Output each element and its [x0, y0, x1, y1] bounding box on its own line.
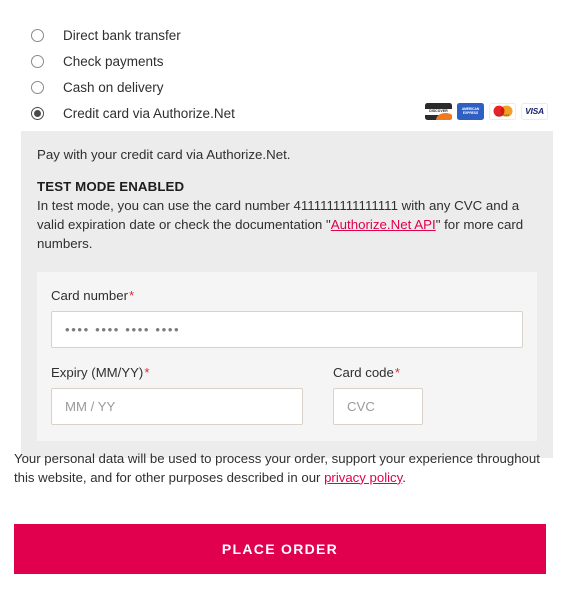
test-mode-description: In test mode, you can use the card numbe…: [37, 197, 537, 254]
payment-method-label: Credit card via Authorize.Net: [63, 105, 235, 121]
privacy-policy-notice: Your personal data will be used to proce…: [14, 450, 544, 487]
payment-method-direct-bank-transfer[interactable]: Direct bank transfer: [0, 22, 574, 48]
required-marker: *: [394, 364, 400, 380]
radio-icon[interactable]: [31, 54, 44, 68]
amex-card-icon: AMERICAN EXPRESS: [457, 103, 484, 120]
cvc-label: Card code*: [333, 365, 423, 380]
authorize-net-payment-panel: Pay with your credit card via Authorize.…: [21, 131, 553, 458]
radio-icon[interactable]: [31, 80, 44, 94]
payment-method-label: Direct bank transfer: [63, 27, 181, 43]
checkout-payment-section: Direct bank transfer Check payments Cash…: [0, 0, 574, 609]
payment-method-label: Cash on delivery: [63, 79, 164, 95]
visa-wordmark: VISA: [525, 106, 544, 117]
expiry-input[interactable]: [51, 387, 303, 425]
cvc-label-text: Card code: [333, 364, 394, 380]
cvc-field-group: Card code*: [333, 365, 423, 425]
place-order-button[interactable]: PLACE ORDER: [14, 524, 546, 574]
amex-wordmark-line-2: EXPRESS: [462, 110, 479, 116]
expiry-field-group: Expiry (MM/YY)*: [51, 365, 303, 425]
card-number-label-text: Card number: [51, 287, 128, 303]
payment-intro-text: Pay with your credit card via Authorize.…: [37, 147, 291, 162]
discover-card-icon: DISCOVER: [425, 103, 452, 120]
expiry-label: Expiry (MM/YY)*: [51, 365, 303, 380]
expiry-cvc-row: Expiry (MM/YY)* Card code*: [51, 365, 523, 425]
radio-icon[interactable]: [31, 28, 44, 42]
authorize-net-api-link[interactable]: Authorize.Net API: [331, 217, 436, 232]
credit-card-form: Card number* Expiry (MM/YY)* Card code*: [37, 271, 537, 441]
cvc-input[interactable]: [333, 387, 423, 425]
card-number-input[interactable]: [51, 310, 523, 348]
payment-method-cash-on-delivery[interactable]: Cash on delivery: [0, 74, 574, 100]
radio-selected-icon[interactable]: [31, 106, 44, 120]
expiry-label-text: Expiry (MM/YY): [51, 364, 144, 380]
card-number-label: Card number*: [51, 288, 523, 303]
privacy-text-after-link: .: [402, 469, 406, 485]
privacy-policy-link[interactable]: privacy policy: [324, 470, 402, 485]
mastercard-card-icon: mastercard: [489, 103, 516, 120]
payment-method-check-payments[interactable]: Check payments: [0, 48, 574, 74]
required-marker: *: [128, 287, 135, 303]
discover-swoosh: [436, 113, 452, 120]
privacy-text-before-link: Your personal data will be used to proce…: [14, 451, 540, 485]
amex-wordmark-block: AMERICAN EXPRESS: [459, 106, 482, 117]
test-mode-heading: TEST MODE ENABLED: [37, 179, 185, 195]
mastercard-wordmark: mastercard: [496, 114, 509, 118]
required-marker: *: [144, 364, 150, 380]
accepted-card-logos: DISCOVER AMERICAN EXPRESS mastercard VIS…: [425, 103, 548, 120]
visa-card-icon: VISA: [521, 103, 548, 120]
payment-method-label: Check payments: [63, 53, 164, 69]
